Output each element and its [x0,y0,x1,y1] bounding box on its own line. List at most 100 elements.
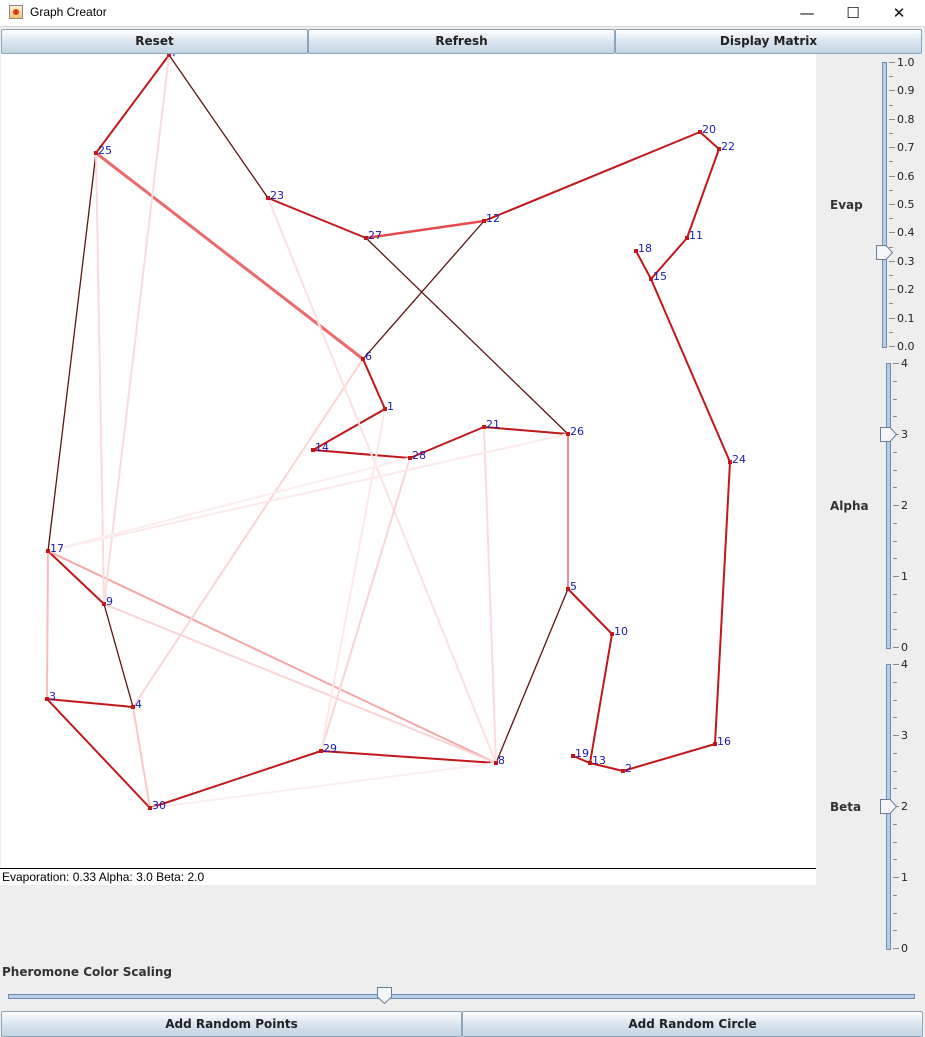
maximize-button[interactable]: ☐ [830,0,876,26]
graph-canvas[interactable]: 1234567891011121314151617181920212223242… [1,46,816,868]
edge-7-23 [168,54,269,199]
edge-9-8 [103,603,497,764]
node-label-8: 8 [498,754,505,767]
node-label-15: 15 [653,270,667,283]
slider-tick-label: 0.1 [897,312,915,325]
slider-tick [893,647,899,648]
node-label-7: 7 [171,54,178,59]
close-button[interactable]: ✕ [876,0,922,26]
java-app-icon [9,5,23,19]
pheromone-scaling-label: Pheromone Color Scaling [2,965,172,979]
node-label-5: 5 [570,580,577,593]
slider-tick [893,859,897,860]
slider-tick [889,318,895,319]
slider-tick [889,119,895,120]
slider-tick [893,877,899,878]
slider-tick [889,261,895,262]
beta-label: Beta [830,800,862,814]
node-label-1: 1 [387,400,394,413]
slider-tick [893,930,897,931]
node-label-28: 28 [412,449,426,462]
node-label-24: 24 [732,453,746,466]
slider-tick [893,842,897,843]
edge-17-9 [47,550,105,605]
slider-tick-label: 1 [901,570,908,583]
add-random-circle-button[interactable]: Add Random Circle [462,1011,923,1037]
pheromone-slider-thumb[interactable] [377,987,392,1004]
edge-3-4 [46,698,134,708]
node-label-30: 30 [152,799,166,812]
slider-tick [893,594,897,595]
slider-tick [893,416,897,417]
edge-27-12 [365,219,485,240]
slider-tick [893,664,899,665]
edge-5-8 [495,588,569,764]
node-label-20: 20 [702,123,716,136]
slider-tick [893,363,899,364]
edge-27-26 [365,237,569,435]
slider-tick-label: 0 [901,942,908,955]
edge-7-25 [95,54,170,154]
slider-tick-label: 3 [901,428,908,441]
slider-tick [893,788,897,789]
slider-tick [889,147,895,148]
edge-25-17 [47,152,97,552]
edge-12-20 [483,131,701,222]
slider-tick [893,399,897,400]
alpha-label: Alpha [830,499,869,513]
node-label-6: 6 [365,350,372,363]
status-text: Evaporation: 0.33 Alpha: 3.0 Beta: 2.0 [2,870,205,884]
slider-tick-label: 0.9 [897,84,915,97]
add-random-points-button[interactable]: Add Random Points [1,1011,462,1037]
slider-tick [889,332,893,333]
edge-1-6 [362,358,386,410]
slider-tick [893,913,897,914]
node-label-26: 26 [570,425,584,438]
slider-tick-label: 1.0 [897,56,915,69]
reset-button[interactable]: Reset [1,29,308,54]
node-label-14: 14 [315,441,329,454]
slider-tick [889,218,893,219]
edge-24-16 [714,461,731,745]
slider-evap-track[interactable] [882,62,887,348]
edge-23-8 [267,197,497,764]
display-matrix-button[interactable]: Display Matrix [615,29,922,54]
slider-tick [889,303,893,304]
edge-17-8 [47,550,497,764]
slider-tick [893,452,897,453]
slider-tick [893,576,899,577]
slider-tick [889,105,893,106]
slider-tick-label: 4 [901,357,908,370]
slider-tick [889,190,893,191]
slider-tick-label: 2 [901,499,908,512]
slider-tick [893,771,897,772]
edge-6-4 [132,358,364,708]
node-label-29: 29 [323,742,337,755]
slider-tick [893,700,897,701]
edge-17-26 [47,433,569,552]
slider-tick-label: 0 [901,641,908,654]
slider-tick-label: 0.5 [897,198,915,211]
node-label-23: 23 [270,189,284,202]
slider-tick [889,90,895,91]
slider-beta-thumb[interactable] [880,799,897,814]
minimize-button[interactable]: — [784,0,830,26]
node-label-19: 19 [575,747,589,760]
node-label-21: 21 [486,418,500,431]
slider-alpha-thumb[interactable] [880,427,897,442]
slider-evap-thumb[interactable] [876,245,893,260]
edge-21-8 [483,426,497,764]
node-label-13: 13 [592,754,606,767]
pheromone-slider-track[interactable] [8,994,915,999]
slider-tick [893,470,897,471]
slider-tick [893,753,897,754]
slider-tick [889,76,893,77]
slider-tick [893,824,897,825]
slider-tick [893,505,899,506]
slider-alpha-track[interactable] [886,363,891,649]
refresh-button[interactable]: Refresh [308,29,615,54]
node-label-22: 22 [721,140,735,153]
node-label-27: 27 [368,229,382,242]
status-bar: Evaporation: 0.33 Alpha: 3.0 Beta: 2.0 [0,868,816,885]
node-label-9: 9 [106,595,113,608]
